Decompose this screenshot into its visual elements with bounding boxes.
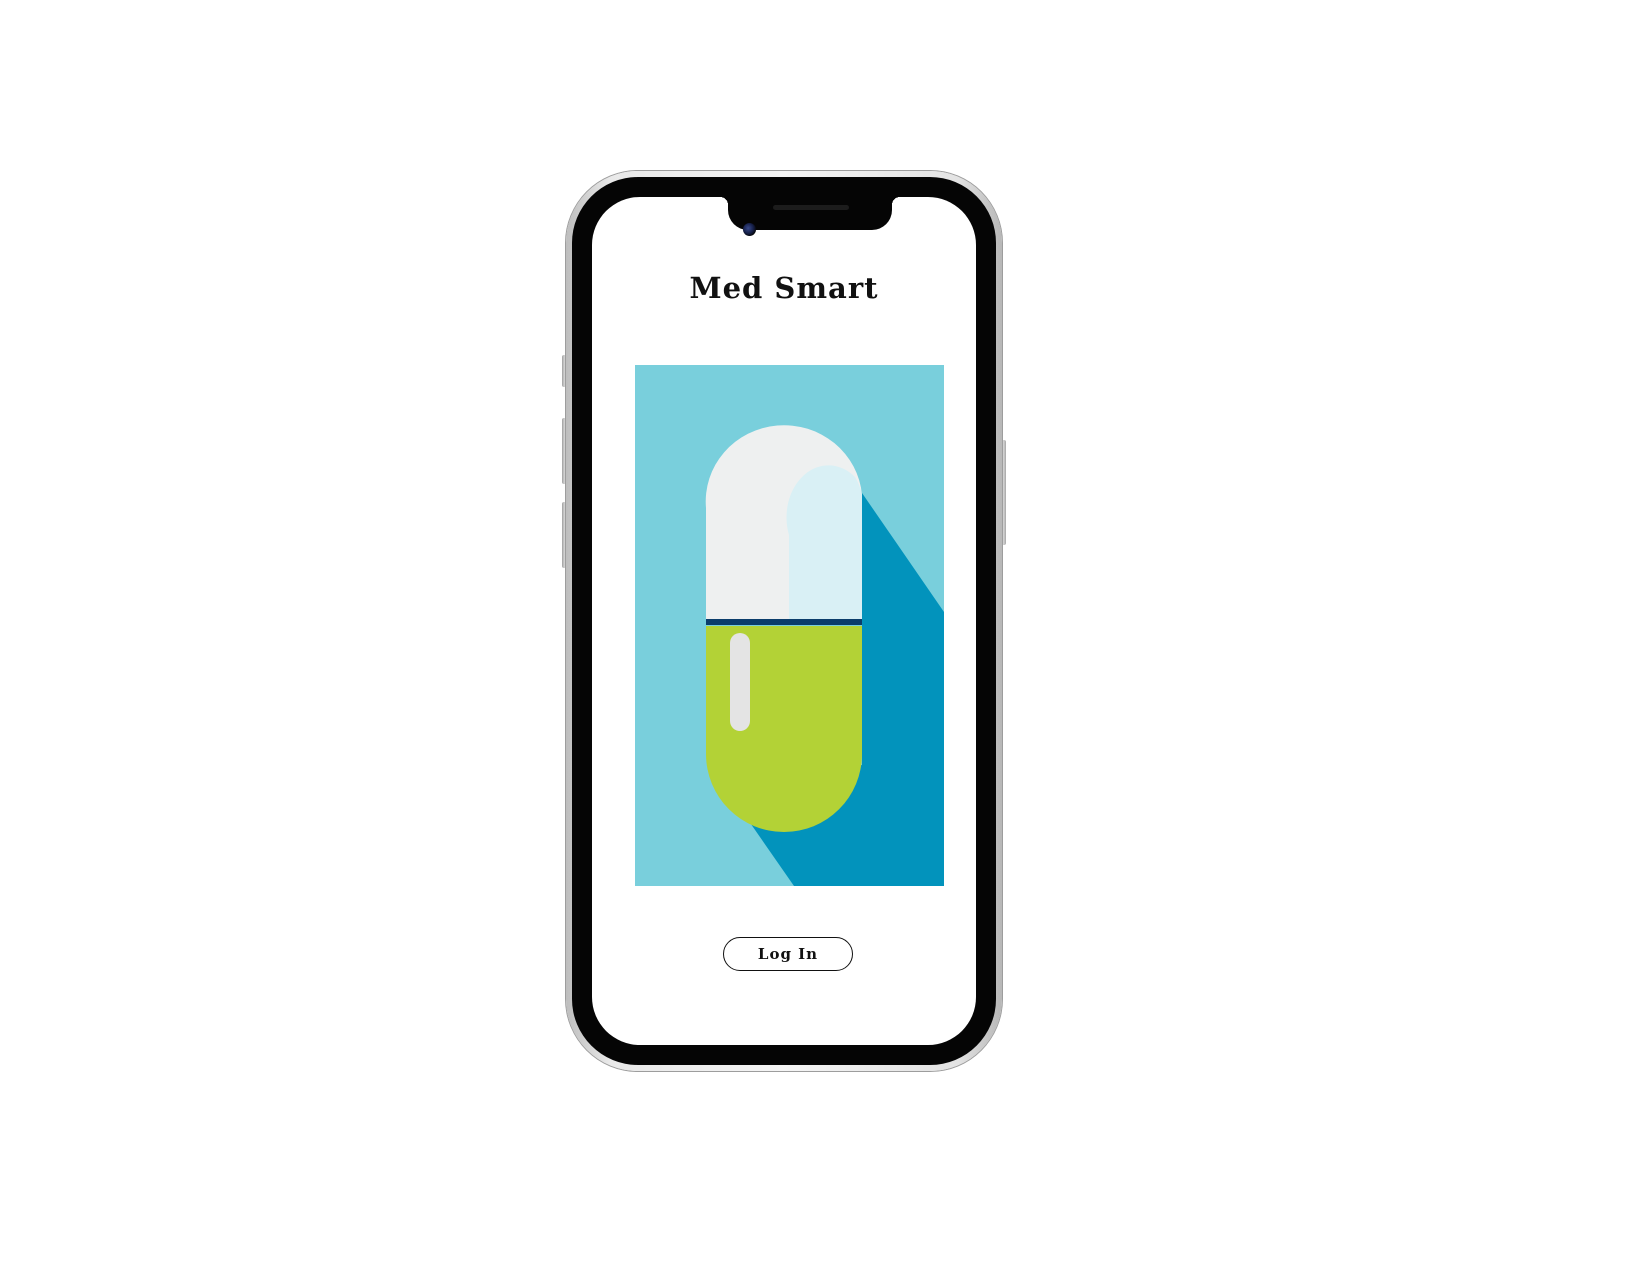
capsule-band [706,619,862,625]
capsule-pill-icon [635,365,944,886]
app-title: Med Smart [689,271,879,305]
phone-frame: Med Smart Log In [566,171,1002,1071]
login-button[interactable]: Log In [723,937,853,971]
capsule-shine [730,633,750,731]
speaker-grille [773,205,849,210]
capsule-bottom-half [706,626,862,832]
phone-bezel: Med Smart Log In [572,177,996,1065]
front-camera-icon [743,223,756,236]
capsule-top-highlight [786,465,862,620]
phone-screen: Med Smart Log In [592,197,976,1045]
page-canvas: Med Smart Log In [0,0,1628,1268]
